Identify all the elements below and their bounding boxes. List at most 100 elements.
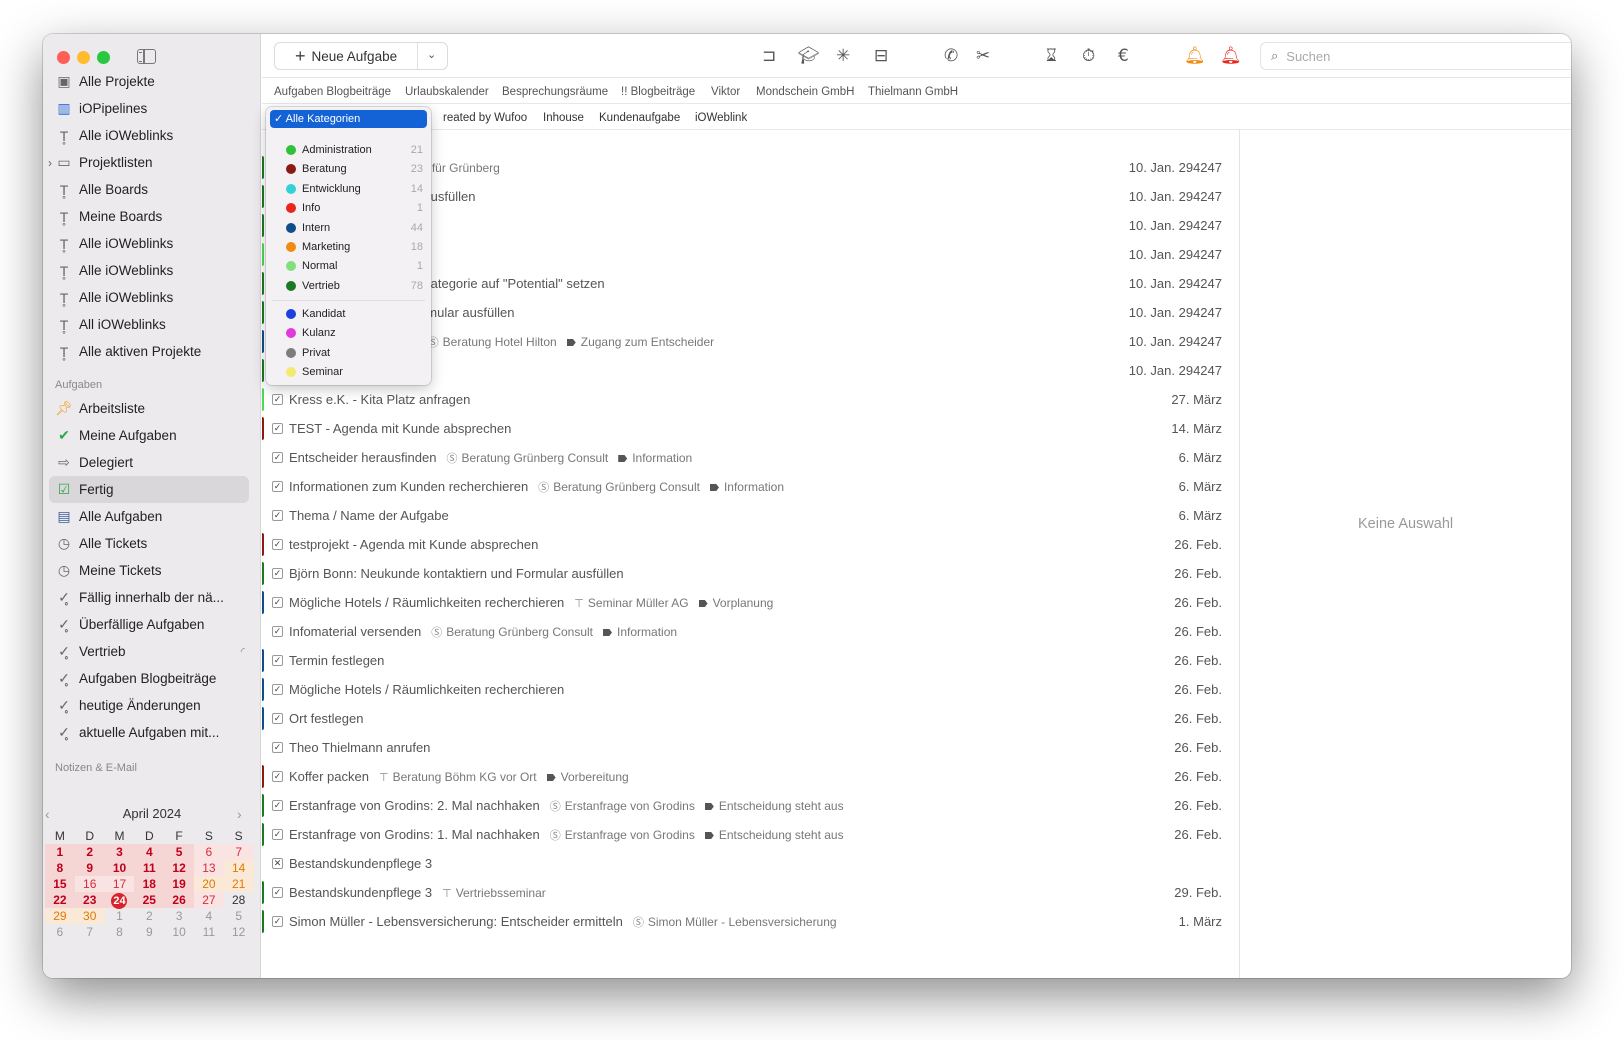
task-row[interactable]: ✓ Kress e.K. - Kita Platz anfragen 27. Mär… [262, 385, 1252, 414]
category-filter-1[interactable]: Inhouse [543, 112, 584, 124]
sidebar-item[interactable]: ☑ Fertig [49, 476, 249, 503]
disclosure-chevron-icon[interactable]: › [48, 156, 52, 170]
calendar-day[interactable]: 13 [193, 860, 224, 876]
sidebar-item[interactable]: T̥ Alle Boards [49, 176, 249, 203]
dropdown-item-category[interactable]: Marketing 18 [286, 238, 423, 256]
task-done-checkbox[interactable]: ✓ [272, 539, 283, 550]
task-row[interactable]: ✓ Infomaterial versenden Ⓢ Beratung Grünber… [262, 617, 1252, 646]
calendar-day[interactable]: 2 [74, 844, 105, 860]
task-done-checkbox[interactable]: ✓ [272, 742, 283, 753]
task-done-checkbox[interactable]: ✓ [272, 684, 283, 695]
calendar-day[interactable]: 2 [134, 908, 164, 924]
task-project[interactable]: ⊤ Vertriebsseminar [442, 886, 546, 900]
dropdown-item-category[interactable]: Kandidat [286, 305, 423, 323]
task-project[interactable]: Ⓢ Beratung Grünberg Consult [538, 480, 700, 494]
task-done-checkbox[interactable]: ✓ [272, 829, 283, 840]
calendar-day[interactable]: 3 [104, 844, 135, 860]
dropdown-item-category[interactable]: Kulanz [286, 324, 423, 342]
calendar-day[interactable]: 25 [134, 892, 165, 908]
task-row[interactable]: ✓ Thema / Name der Aufgabe 6. März [262, 501, 1252, 530]
close-window-button[interactable] [57, 51, 70, 64]
board-icon[interactable]: ⊐ [762, 45, 776, 67]
sidebar-item[interactable]: T̥ Alle iOWeblinks [49, 230, 249, 257]
calendar-day[interactable]: 8 [45, 860, 75, 876]
calendar-day[interactable]: 11 [194, 924, 224, 940]
sidebar-item[interactable]: ✓̥ Überfällige Aufgaben [49, 611, 249, 638]
task-done-checkbox[interactable]: ✓ [272, 655, 283, 666]
tab-1[interactable]: Urlaubskalender [405, 86, 489, 98]
sidebar-item[interactable]: ✓̥ Aufgaben Blogbeiträge [49, 665, 249, 692]
calendar-day[interactable]: 1 [105, 908, 135, 924]
dropdown-item-category[interactable]: Normal 1 [286, 257, 423, 275]
calendar-day[interactable]: 6 [193, 844, 224, 860]
dropdown-item-category[interactable]: Entwicklung 14 [286, 180, 423, 198]
task-project[interactable]: Ⓢ Erstanfrage von Grodins [550, 799, 695, 813]
task-done-checkbox[interactable]: ✓ [272, 568, 283, 579]
tab-0[interactable]: Aufgaben Blogbeiträge [274, 86, 391, 98]
dropdown-item-all-categories[interactable]: ✓ Alle Kategorien [270, 110, 427, 128]
sidebar-item[interactable]: ⇨ Delegiert [49, 449, 249, 476]
new-task-button[interactable]: + Neue Aufgabe ⌄ [274, 42, 448, 70]
dropdown-item-category[interactable]: Beratung 23 [286, 160, 423, 178]
alarm-bell-icon[interactable]: 🔔︎ [1184, 45, 1206, 67]
sidebar-item[interactable]: ✓̥ Vertrieb ◜ [49, 638, 249, 665]
dropdown-item-category[interactable]: Administration 21 [286, 141, 423, 159]
calendar-day[interactable]: 9 [134, 924, 164, 940]
calendar-day[interactable]: 8 [105, 924, 135, 940]
task-row[interactable]: ✓ Informationen zum Kunden recherchieren Ⓢ… [262, 472, 1252, 501]
calendar-day[interactable]: 29 [45, 908, 75, 924]
calendar-day[interactable]: 14 [223, 860, 254, 876]
sidebar-item[interactable]: 📌︎ Arbeitsliste [49, 395, 249, 422]
task-project[interactable]: ⊤ Seminar Müller AG [574, 596, 688, 610]
task-done-checkbox[interactable]: ✓ [272, 394, 283, 405]
sidebar-item[interactable]: ◷ Alle Tickets [49, 530, 249, 557]
calendar-day[interactable]: 22 [45, 892, 75, 908]
tab-4[interactable]: Viktor [711, 86, 740, 98]
calendar-next-icon[interactable]: › [237, 806, 242, 822]
category-filter-0[interactable]: reated by Wufoo [443, 112, 527, 124]
calendar-day[interactable]: 30 [74, 908, 105, 924]
calendar-day[interactable]: 7 [223, 844, 254, 860]
task-done-checkbox[interactable]: ✓ [272, 800, 283, 811]
task-row[interactable]: ✓ Ort festlegen 26. Feb. [262, 704, 1252, 733]
task-done-checkbox[interactable]: ✓ [272, 626, 283, 637]
calendar-day[interactable]: 11 [134, 860, 165, 876]
task-project[interactable]: ⊤ Beratung Böhm KG vor Ort [379, 770, 537, 784]
dropdown-item-category[interactable]: Seminar [286, 363, 423, 381]
sidebar-item[interactable]: ▥ iOPipelines [49, 95, 249, 122]
category-filter-2[interactable]: Kundenaufgabe [599, 112, 680, 124]
calendar-day[interactable]: 26 [164, 892, 194, 908]
task-row[interactable]: ✓ Simon Müller - Lebensversicherung: Ents… [262, 907, 1252, 936]
calendar-day[interactable]: 15 [45, 876, 75, 892]
dropdown-item-category[interactable]: Vertrieb 78 [286, 277, 423, 295]
graduation-cap-icon[interactable]: 🎓︎ [798, 45, 820, 67]
scissors-icon[interactable]: ✂ [976, 45, 990, 67]
sidebar-item[interactable]: ▭ Projektlisten › [48, 149, 249, 176]
calendar-day[interactable]: 10 [164, 924, 194, 940]
calendar-day[interactable]: 20 [193, 876, 224, 892]
task-row[interactable]: ✓ Termin festlegen 26. Feb. [262, 646, 1252, 675]
calendar-day[interactable]: 17 [104, 876, 135, 892]
calendar-day[interactable]: 7 [75, 924, 105, 940]
calendar-day[interactable]: 16 [74, 876, 105, 892]
task-row[interactable]: ✕ Bestandskundenpflege 3 [262, 849, 1252, 878]
task-done-checkbox[interactable]: ✓ [272, 510, 283, 521]
calendar-day[interactable]: 27 [193, 892, 224, 908]
sidebar-item[interactable]: ✓̥ aktuelle Aufgaben mit... [49, 719, 249, 746]
sidebar-item[interactable]: ▣ Alle Projekte [49, 68, 249, 95]
search-field[interactable]: ⌕ Suchen [1260, 42, 1571, 70]
sidebar-item[interactable]: ◷ Meine Tickets [49, 557, 249, 584]
task-row[interactable]: ✓ testprojekt - Agenda mit Kunde absprech… [262, 530, 1252, 559]
task-row[interactable]: ✓ Koffer packen ⊤ Beratung Böhm KG vor Ort V… [262, 762, 1252, 791]
task-done-checkbox[interactable]: ✕ [272, 858, 283, 869]
task-row[interactable]: ✓ Björn Bonn: Neukunde kontaktiern und Fo… [262, 559, 1252, 588]
calendar-day[interactable]: 10 [104, 860, 135, 876]
euro-icon[interactable]: € [1118, 45, 1129, 67]
task-project[interactable]: Ⓢ Beratung Grünberg Consult [431, 625, 593, 639]
calendar-today[interactable]: 24 [104, 892, 135, 909]
notification-bell-icon[interactable]: 🔔︎ [1220, 45, 1242, 67]
calendar-day[interactable]: 6 [45, 924, 75, 940]
calendar-day[interactable]: 21 [223, 876, 254, 892]
sidebar-item[interactable]: ✓̥ Fällig innerhalb der nä... [49, 584, 249, 611]
dropdown-item-category[interactable]: Privat [286, 344, 423, 362]
